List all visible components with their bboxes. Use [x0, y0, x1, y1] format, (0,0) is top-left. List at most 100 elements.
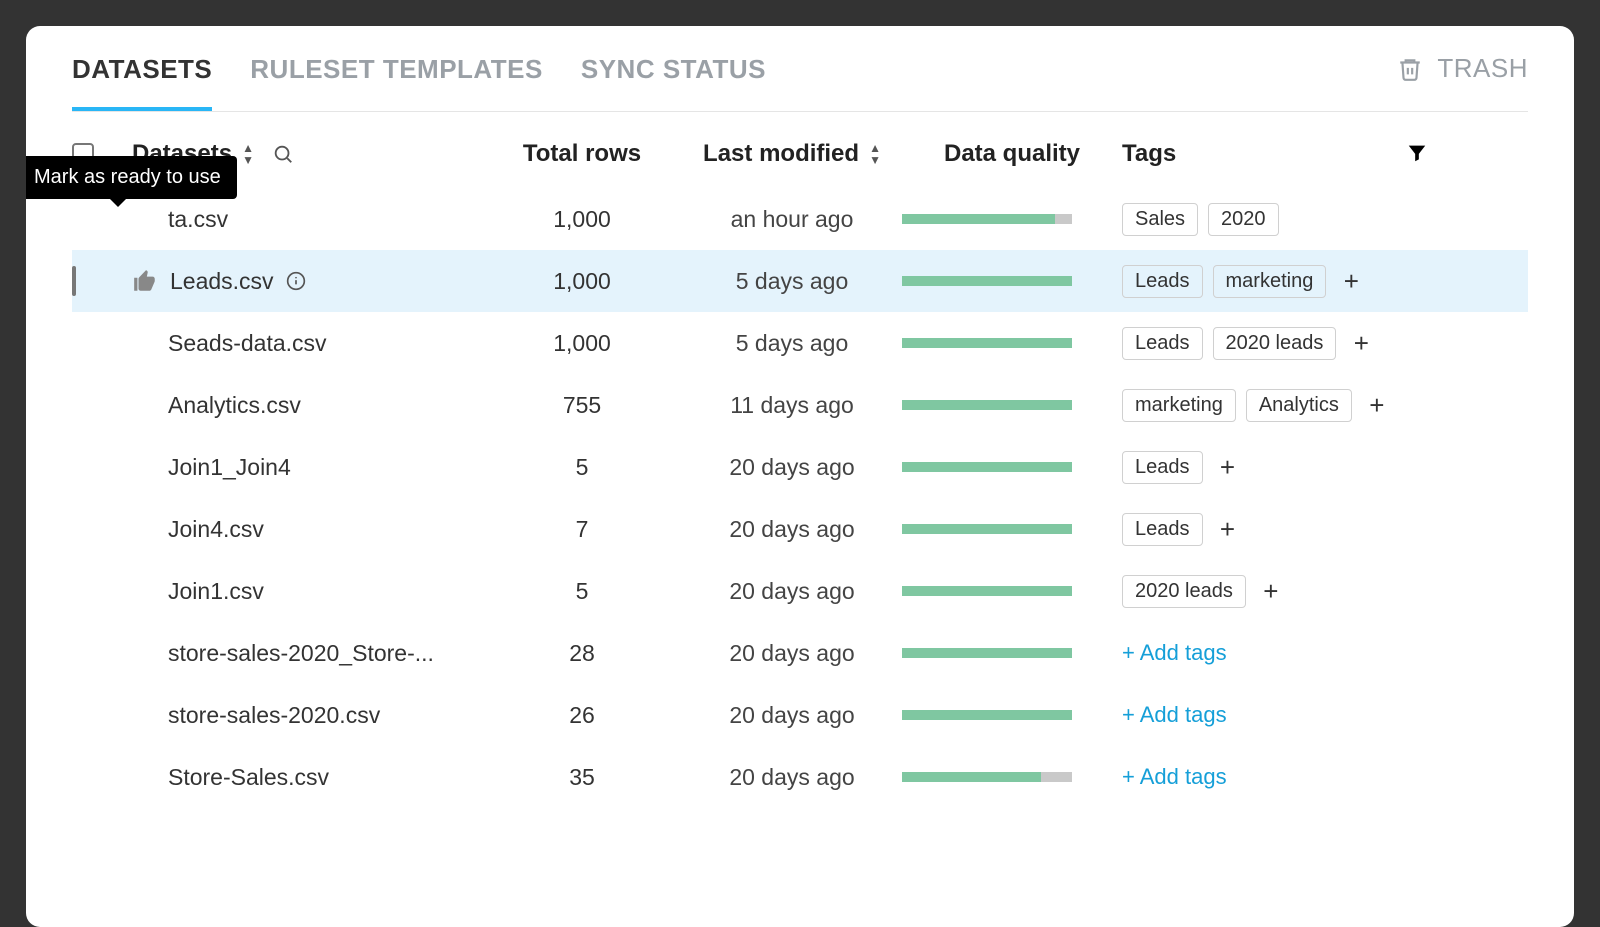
add-tags-link[interactable]: + Add tags — [1122, 764, 1227, 790]
table-row[interactable]: store-sales-2020_Store-... 2820 days ago +… — [72, 622, 1528, 684]
dataset-name: Join1_Join4 — [168, 454, 291, 481]
data-quality-bar — [902, 772, 1122, 782]
tab-bar: DATASETS RULESET TEMPLATES SYNC STATUS T… — [72, 26, 1528, 112]
last-modified-value: 11 days ago — [682, 392, 902, 419]
tags-cell: 2020 leads + — [1122, 575, 1422, 608]
add-tag-button[interactable]: + — [1336, 266, 1366, 296]
thumbs-up-icon[interactable] — [132, 268, 158, 294]
info-icon[interactable] — [286, 271, 306, 291]
tags-cell: Leads marketing + — [1122, 265, 1422, 298]
tag-pill[interactable]: Leads — [1122, 451, 1203, 484]
last-modified-value: 20 days ago — [682, 516, 902, 543]
last-modified-value: 5 days ago — [682, 330, 902, 357]
column-total-rows[interactable]: Total rows — [482, 140, 682, 168]
last-modified-value: an hour ago — [682, 206, 902, 233]
total-rows-value: 28 — [482, 640, 682, 667]
trash-label: TRASH — [1437, 53, 1528, 84]
add-tag-button[interactable]: + — [1256, 576, 1286, 606]
column-tags[interactable]: Tags — [1122, 140, 1422, 168]
table-row[interactable]: Leads.csv1,0005 days agoLeadsmarketing+ — [72, 250, 1528, 312]
dataset-name: store-sales-2020.csv — [168, 702, 380, 729]
tags-cell: + Add tags — [1122, 702, 1422, 728]
trash-icon — [1397, 55, 1423, 83]
tags-cell: Leads + — [1122, 451, 1422, 484]
last-modified-value: 5 days ago — [682, 268, 902, 295]
data-quality-bar — [902, 400, 1122, 410]
table-row[interactable]: ta.csv 1,000an hour ago Sales 2020 — [72, 188, 1528, 250]
tag-pill[interactable]: marketing — [1122, 389, 1236, 422]
data-quality-bar — [902, 586, 1122, 596]
total-rows-value: 5 — [482, 578, 682, 605]
search-icon[interactable] — [272, 143, 294, 165]
data-quality-bar — [902, 648, 1122, 658]
table-row[interactable]: Join1.csv 520 days ago 2020 leads + — [72, 560, 1528, 622]
tag-pill[interactable]: Leads — [1122, 327, 1203, 360]
tag-pill[interactable]: 2020 leads — [1213, 327, 1337, 360]
data-quality-bar — [902, 338, 1122, 348]
table-row[interactable]: Analytics.csv 75511 days ago marketing Anal… — [72, 374, 1528, 436]
tags-cell: Leads 2020 leads + — [1122, 327, 1422, 360]
dataset-name: Join1.csv — [168, 578, 264, 605]
tag-pill[interactable]: Analytics — [1246, 389, 1352, 422]
dataset-name: Analytics.csv — [168, 392, 301, 419]
add-tags-link[interactable]: + Add tags — [1122, 640, 1227, 666]
mark-ready-tooltip: Mark as ready to use — [26, 156, 237, 199]
table-row[interactable]: Store-Sales.csv 3520 days ago + Add tags — [72, 746, 1528, 808]
filter-icon[interactable] — [1406, 142, 1428, 164]
add-tags-link[interactable]: + Add tags — [1122, 702, 1227, 728]
add-tag-button[interactable]: + — [1346, 328, 1376, 358]
data-quality-bar — [902, 524, 1122, 534]
total-rows-value: 755 — [482, 392, 682, 419]
column-data-quality[interactable]: Data quality — [902, 140, 1122, 168]
tag-pill[interactable]: Sales — [1122, 203, 1198, 236]
total-rows-value: 35 — [482, 764, 682, 791]
tags-cell: marketing Analytics + — [1122, 389, 1422, 422]
dataset-name: store-sales-2020_Store-... — [168, 640, 434, 667]
datasets-table: Datasets ▲▼ Total rows Last modified ▲▼ … — [72, 112, 1528, 808]
add-tag-button[interactable]: + — [1213, 452, 1243, 482]
tag-pill[interactable]: Leads — [1122, 265, 1203, 298]
column-data-quality-label: Data quality — [944, 140, 1080, 168]
last-modified-value: 20 days ago — [682, 702, 902, 729]
total-rows-value: 1,000 — [482, 206, 682, 233]
tag-pill[interactable]: 2020 — [1208, 203, 1279, 236]
column-last-modified[interactable]: Last modified ▲▼ — [682, 140, 902, 168]
table-row[interactable]: Seads-data.csv1,0005 days agoLeads2020 l… — [72, 312, 1528, 374]
tab-datasets[interactable]: DATASETS — [72, 26, 212, 111]
data-quality-bar — [902, 710, 1122, 720]
last-modified-value: 20 days ago — [682, 640, 902, 667]
trash-link[interactable]: TRASH — [1397, 53, 1528, 84]
tab-sync-status[interactable]: SYNC STATUS — [581, 26, 766, 111]
total-rows-value: 1,000 — [482, 330, 682, 357]
column-tags-label: Tags — [1122, 140, 1176, 168]
last-modified-value: 20 days ago — [682, 578, 902, 605]
dataset-name: Leads.csv — [170, 268, 274, 295]
total-rows-value: 26 — [482, 702, 682, 729]
dataset-name: ta.csv — [168, 206, 228, 233]
last-modified-value: 20 days ago — [682, 454, 902, 481]
data-quality-bar — [902, 214, 1122, 224]
column-last-modified-label: Last modified — [703, 140, 859, 168]
tag-pill[interactable]: Leads — [1122, 513, 1203, 546]
table-header-row: Datasets ▲▼ Total rows Last modified ▲▼ … — [72, 112, 1528, 188]
dataset-name: Store-Sales.csv — [168, 764, 329, 791]
add-tag-button[interactable]: + — [1362, 390, 1392, 420]
tags-cell: Sales 2020 — [1122, 203, 1422, 236]
tags-cell: + Add tags — [1122, 640, 1422, 666]
sort-icon: ▲▼ — [242, 142, 254, 166]
last-modified-value: 20 days ago — [682, 764, 902, 791]
table-row[interactable]: Join4.csv 720 days ago Leads + — [72, 498, 1528, 560]
table-row[interactable]: store-sales-2020.csv 2620 days ago + Add t… — [72, 684, 1528, 746]
total-rows-value: 7 — [482, 516, 682, 543]
tag-pill[interactable]: marketing — [1213, 265, 1327, 298]
tab-ruleset-templates[interactable]: RULESET TEMPLATES — [250, 26, 543, 111]
row-checkbox[interactable] — [72, 266, 76, 296]
table-row[interactable]: Join1_Join4520 days agoLeads+ — [72, 436, 1528, 498]
column-total-rows-label: Total rows — [523, 140, 641, 168]
add-tag-button[interactable]: + — [1213, 514, 1243, 544]
main-panel: Mark as ready to use DATASETS RULESET TE… — [26, 26, 1574, 927]
tag-pill[interactable]: 2020 leads — [1122, 575, 1246, 608]
dataset-name: Join4.csv — [168, 516, 264, 543]
data-quality-bar — [902, 276, 1122, 286]
data-quality-bar — [902, 462, 1122, 472]
